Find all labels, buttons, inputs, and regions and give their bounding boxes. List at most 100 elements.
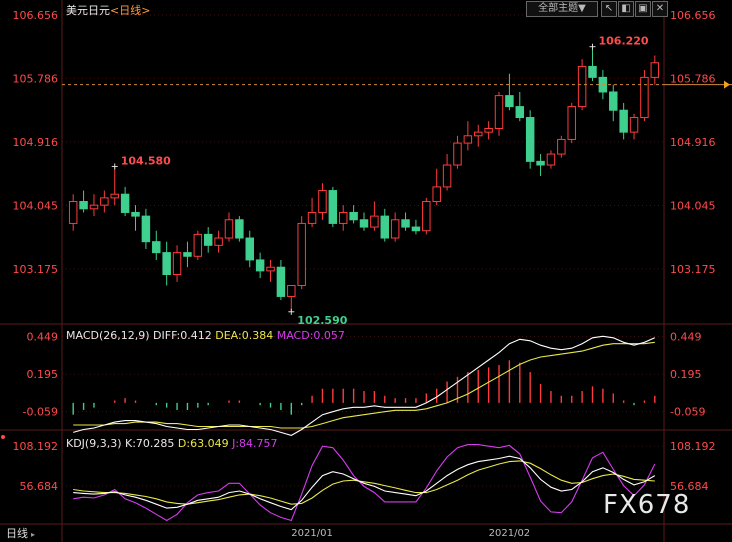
candle-body: [193, 233, 203, 257]
theme-dropdown-button[interactable]: 全部主题▼: [526, 1, 598, 17]
candle-body: [650, 62, 660, 78]
candle-body: [338, 211, 348, 224]
candle-body: [401, 219, 410, 228]
candle-body: [172, 252, 182, 276]
candle-body: [276, 266, 286, 297]
annotation-label: 104.580: [121, 154, 171, 167]
candle-body: [505, 95, 514, 108]
candle-body: [328, 190, 338, 224]
d-line: [73, 460, 655, 505]
macd-dea: DEA:0.384: [215, 329, 274, 342]
price-tick-left: 104.045: [13, 200, 59, 213]
price-arrow-icon: [724, 80, 730, 89]
macd-tick-right: 0.449: [670, 330, 702, 343]
candle-body: [245, 237, 254, 261]
instrument-title: 美元日元: [66, 4, 110, 17]
candle-body: [536, 160, 545, 166]
candle-body: [546, 153, 556, 166]
kdj-tick-right: 108.192: [670, 440, 716, 453]
candle-body: [442, 164, 452, 188]
k-line: [73, 455, 656, 511]
candle-body: [525, 117, 535, 162]
candle-body: [619, 109, 628, 133]
panel-marker-icon: [1, 435, 5, 439]
candle-body: [235, 219, 244, 239]
macd-diff: DIFF:0.412: [153, 329, 212, 342]
candle-body: [359, 219, 369, 228]
candle-body: [432, 186, 441, 203]
macd-tick-left: 0.195: [27, 368, 59, 381]
candlestick-series: [68, 46, 660, 312]
kdj-tick-left: 108.192: [13, 440, 59, 453]
macd-value: MACD:0.057: [276, 329, 345, 342]
candle-body: [224, 219, 234, 239]
candle-body: [162, 252, 171, 276]
period-tab-label: 日线: [6, 527, 28, 540]
candle-body: [89, 204, 99, 210]
candle-body: [68, 201, 78, 224]
kdj-tick-left: 56.684: [20, 480, 59, 493]
price-tick-right: 104.916: [670, 136, 716, 149]
candle-body: [390, 219, 400, 239]
macd-tick-right: 0.195: [670, 368, 702, 381]
kdj-k: K:70.285: [125, 437, 175, 450]
dea-line: [73, 341, 655, 429]
price-tick-right: 105.786: [670, 72, 716, 85]
price-tick-right: 103.175: [670, 263, 716, 276]
candle-body: [131, 211, 140, 217]
chart-frame: [0, 0, 732, 542]
candle-body: [474, 131, 483, 137]
kdj-name: KDJ(9,3,3): [66, 437, 122, 450]
candle-body: [141, 215, 151, 243]
period-label[interactable]: <日线>: [110, 4, 150, 17]
candle-body: [287, 284, 296, 297]
annotation-label: 102.590: [297, 314, 347, 327]
candle-body: [110, 193, 119, 199]
candle-body: [411, 226, 421, 232]
candle-body: [214, 237, 223, 246]
candle-body: [307, 211, 317, 224]
pointer-icon[interactable]: ↖: [601, 1, 617, 17]
watermark-logo: FX678: [603, 490, 691, 520]
price-tick-left: 104.916: [13, 136, 59, 149]
candle-body: [557, 138, 566, 155]
date-tick-label: 2021/02: [489, 528, 531, 539]
price-tick-left: 105.786: [13, 72, 59, 85]
candle-body: [318, 190, 327, 213]
candle-body: [567, 106, 576, 140]
candle-body: [494, 95, 504, 129]
candle-body: [370, 215, 379, 228]
candle-body: [120, 193, 130, 213]
annotation-label: 106.220: [598, 35, 648, 48]
maximize-icon[interactable]: ▣: [635, 1, 651, 17]
minimize-icon[interactable]: ◧: [618, 1, 634, 17]
price-tick-right: 106.656: [670, 9, 716, 22]
price-tick-right: 104.045: [670, 200, 716, 213]
candle-body: [588, 65, 597, 78]
chart-canvas: 106.656 106.656 105.786 105.786 104.916 104.9…: [0, 0, 732, 542]
candle-body: [79, 201, 88, 210]
candle-body: [609, 91, 618, 111]
candle-body: [266, 266, 275, 272]
kdj-d: D:63.049: [177, 437, 229, 450]
triangle-right-icon: ▸: [31, 530, 36, 539]
price-tick-left: 103.175: [13, 263, 59, 276]
candle-body: [515, 106, 525, 119]
candle-body: [453, 142, 462, 166]
macd-tick-right: -0.059: [670, 406, 705, 419]
kdj-panel: [73, 444, 656, 522]
candle-body: [577, 65, 587, 108]
macd-tick-left: 0.449: [27, 330, 59, 343]
candle-body: [463, 135, 473, 144]
candle-body: [297, 222, 306, 286]
date-tick-label: 2021/01: [291, 528, 333, 539]
candle-body: [255, 259, 265, 272]
candle-body: [640, 76, 649, 119]
price-tick-left: 106.656: [13, 9, 59, 22]
macd-name: MACD(26,12,9): [66, 329, 150, 342]
close-icon[interactable]: ✕: [652, 1, 668, 17]
period-tab[interactable]: 日线 ▸: [6, 525, 35, 541]
candle-body: [484, 127, 493, 133]
candle-body: [380, 215, 390, 239]
candle-body: [100, 197, 109, 206]
